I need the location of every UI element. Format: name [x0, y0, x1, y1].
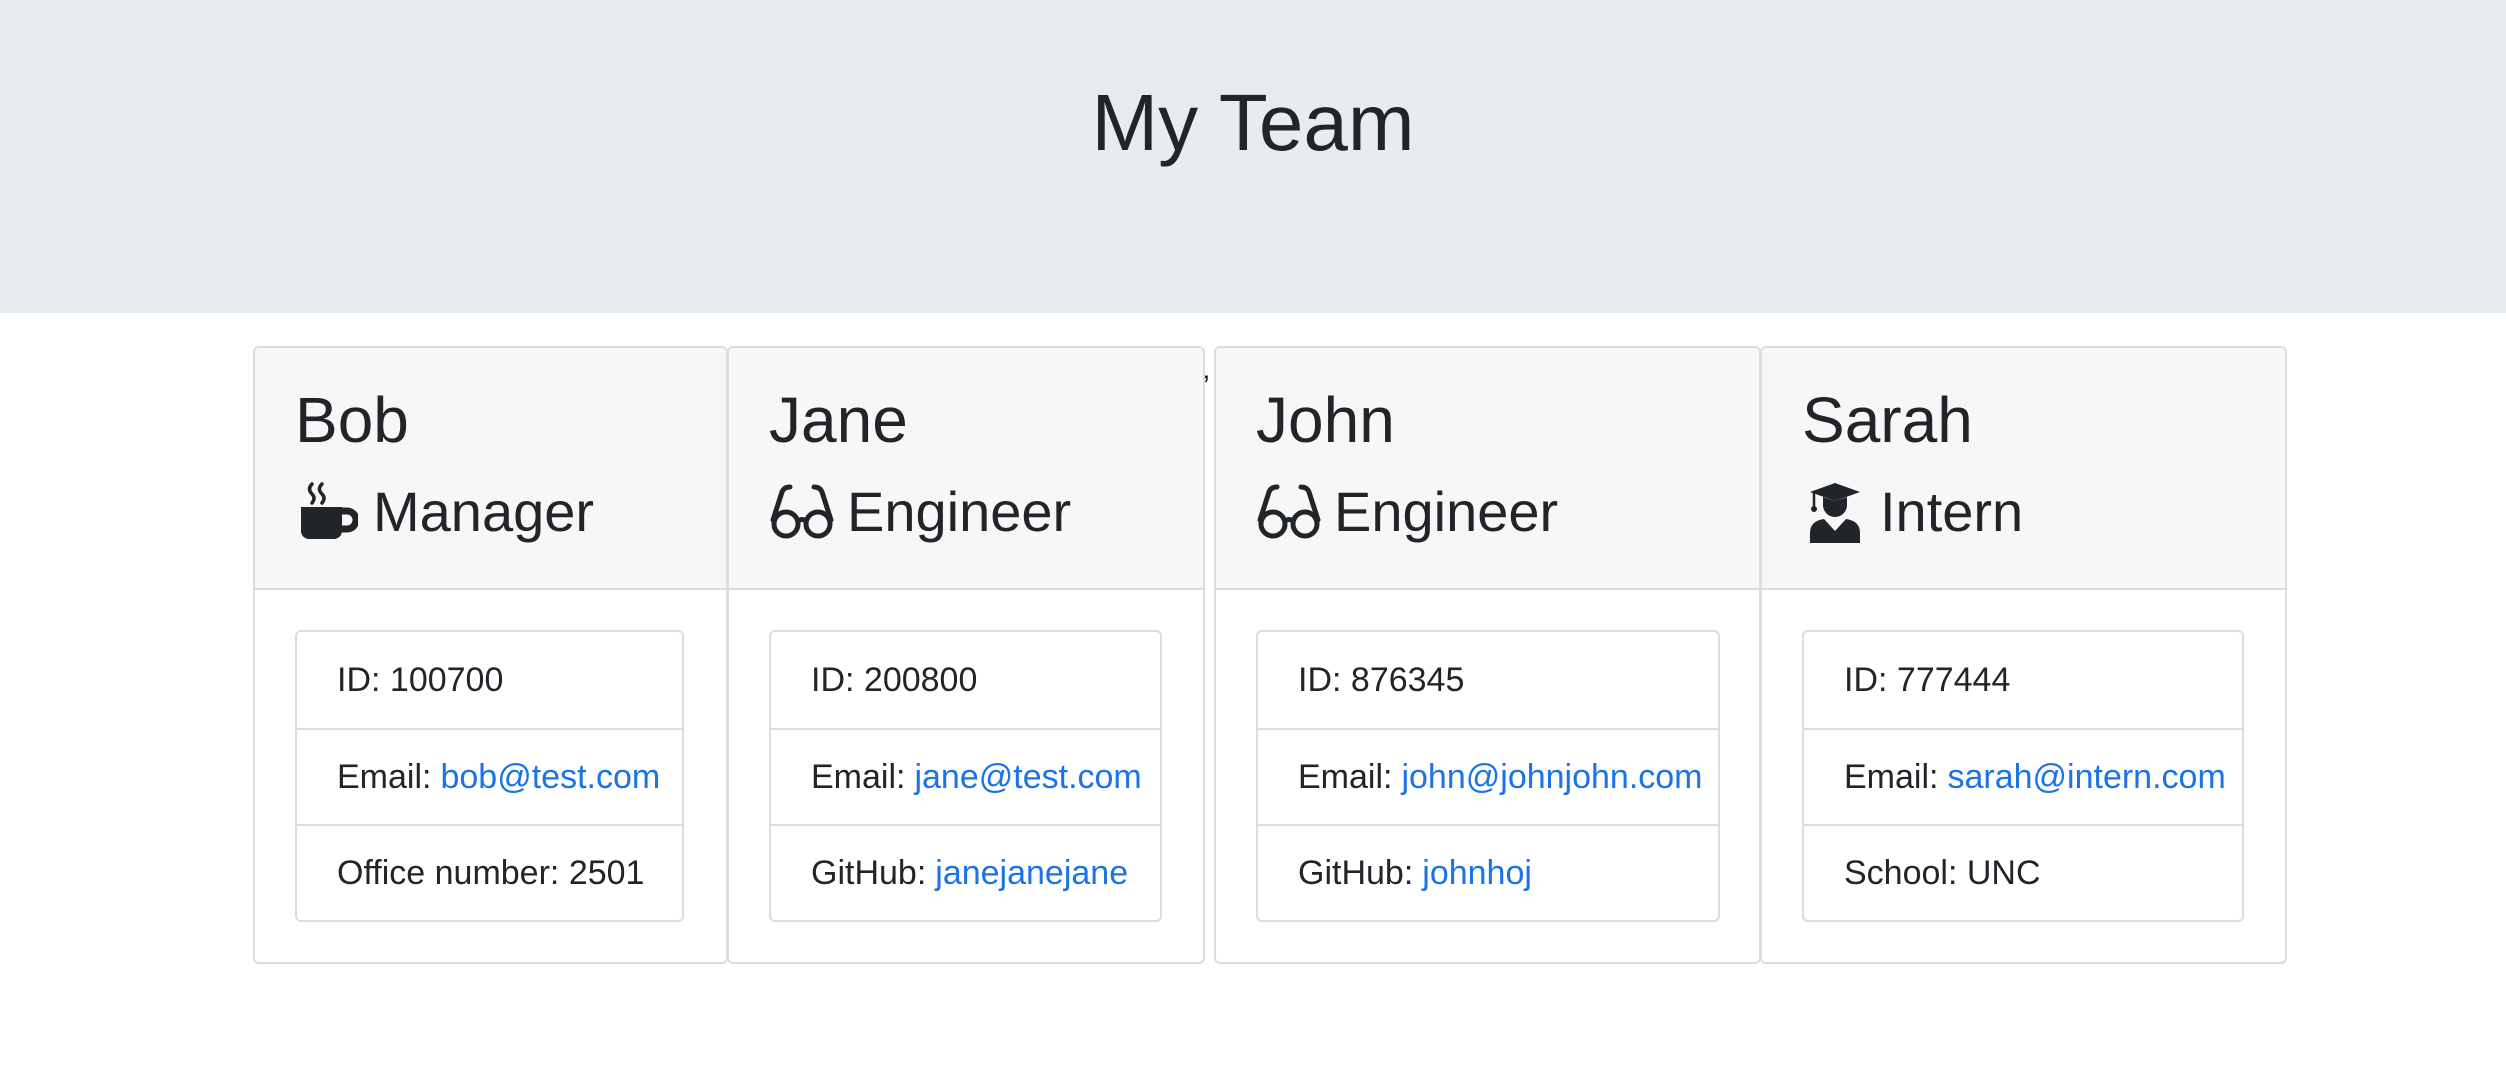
- card-header: Jane Engineer: [729, 348, 1203, 590]
- card-header: John Engineer: [1216, 348, 1759, 590]
- employee-role: Intern: [1802, 470, 2023, 554]
- employee-details: ID: 777444 Email: sarah@intern.com School…: [1802, 630, 2244, 922]
- id-row: ID: 200800: [771, 632, 1160, 728]
- email-row: Email: bob@test.com: [297, 728, 682, 824]
- employee-card-sarah: Sarah Intern ID: 777444 Email: sarah@inte…: [1760, 346, 2287, 964]
- employee-details: ID: 100700 Email: bob@test.com Office num…: [295, 630, 684, 922]
- employee-card-jane: Jane Engineer ID: 200800 Email: jane@test…: [727, 346, 1205, 964]
- email-label: Email:: [337, 757, 432, 796]
- email-link[interactable]: bob@test.com: [440, 758, 660, 797]
- email-row: Email: sarah@intern.com: [1804, 728, 2242, 824]
- employee-card-bob: Bob Manager ID: 100700 Email: bob@test.co…: [253, 346, 728, 964]
- id-label: ID:: [1844, 660, 1888, 699]
- id-row: ID: 876345: [1258, 632, 1718, 728]
- employee-role: Engineer: [1256, 470, 1558, 554]
- email-row: Email: john@johnjohn.com: [1258, 728, 1718, 824]
- employee-name: John: [1256, 384, 1395, 456]
- employee-name: Bob: [295, 384, 409, 456]
- employee-card-john: John Engineer ID: 876345 Email: john@john…: [1214, 346, 1761, 964]
- employee-details: ID: 876345 Email: john@johnjohn.com GitHu…: [1256, 630, 1720, 922]
- id-row: ID: 100700: [297, 632, 682, 728]
- header-banner: My Team: [0, 0, 2506, 313]
- school-row: School: UNC: [1804, 824, 2242, 920]
- id-label: ID:: [811, 660, 855, 699]
- employee-role-label: Manager: [373, 480, 595, 543]
- id-value: 876345: [1350, 660, 1465, 699]
- id-row: ID: 777444: [1804, 632, 2242, 728]
- office-row: Office number: 2501: [297, 824, 682, 920]
- employee-role-label: Intern: [1880, 480, 2024, 543]
- graduate-icon: [1802, 479, 1868, 545]
- id-value: 100700: [389, 660, 504, 699]
- office-label: Office number:: [337, 853, 560, 892]
- employee-name: Sarah: [1802, 384, 1973, 456]
- employee-details: ID: 200800 Email: jane@test.com GitHub: ja…: [769, 630, 1162, 922]
- glasses-icon: [769, 479, 835, 545]
- employee-role: Manager: [295, 470, 594, 554]
- id-value: 200800: [863, 660, 978, 699]
- id-label: ID:: [1298, 660, 1342, 699]
- employee-role-label: Engineer: [847, 480, 1072, 543]
- card-header: Bob Manager: [255, 348, 726, 590]
- github-row: GitHub: johnhoj: [1258, 824, 1718, 920]
- github-label: GitHub:: [1298, 853, 1414, 892]
- github-row: GitHub: janejanejane: [771, 824, 1160, 920]
- email-label: Email:: [1844, 757, 1939, 796]
- github-label: GitHub:: [811, 853, 927, 892]
- employee-role-label: Engineer: [1334, 480, 1559, 543]
- coffee-icon: [295, 479, 361, 545]
- school-label: School:: [1844, 853, 1958, 892]
- page-title: My Team: [1091, 78, 1415, 167]
- email-label: Email:: [1298, 757, 1393, 796]
- school-value: UNC: [1966, 853, 2041, 892]
- email-label: Email:: [811, 757, 906, 796]
- email-link[interactable]: sarah@intern.com: [1947, 758, 2225, 797]
- email-link[interactable]: john@johnjohn.com: [1401, 758, 1702, 797]
- id-value: 777444: [1896, 660, 2011, 699]
- employee-role: Engineer: [769, 470, 1071, 554]
- email-link[interactable]: jane@test.com: [914, 758, 1141, 797]
- card-header: Sarah Intern: [1762, 348, 2285, 590]
- github-link[interactable]: janejanejane: [935, 854, 1128, 893]
- id-label: ID:: [337, 660, 381, 699]
- employee-name: Jane: [769, 384, 908, 456]
- email-row: Email: jane@test.com: [771, 728, 1160, 824]
- glasses-icon: [1256, 479, 1322, 545]
- office-value: 2501: [568, 853, 645, 892]
- github-link[interactable]: johnhoj: [1422, 854, 1532, 893]
